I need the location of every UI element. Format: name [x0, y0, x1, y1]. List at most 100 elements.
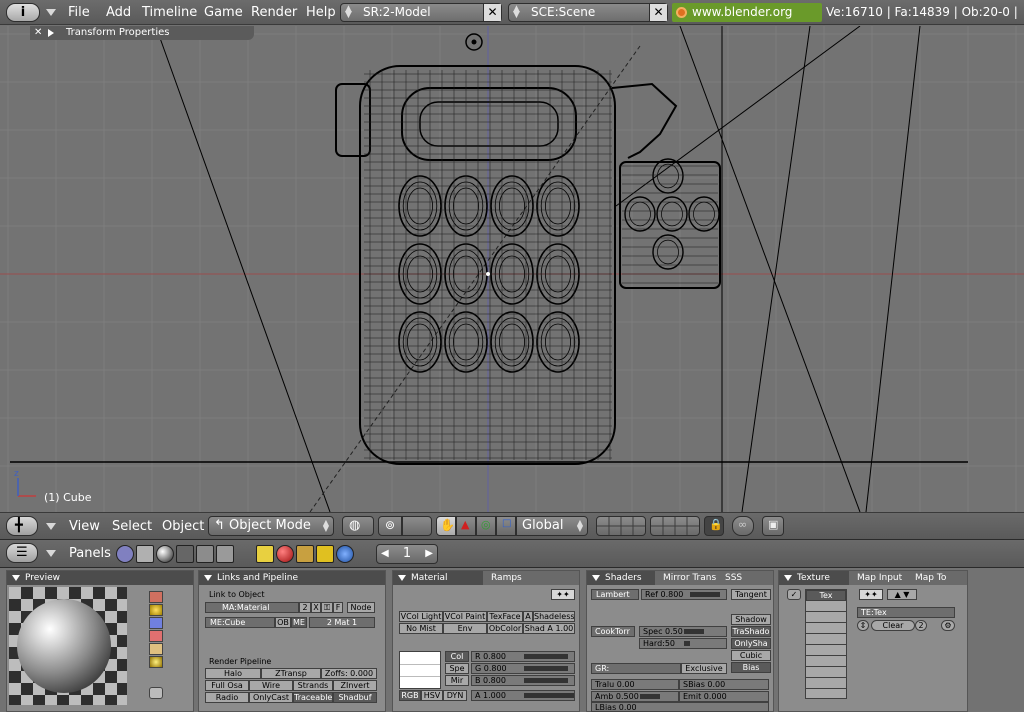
tab-ramps[interactable]: Ramps	[483, 571, 579, 585]
ztransp-button[interactable]: ZTransp	[261, 668, 321, 679]
transform-properties-panel[interactable]: ✕ Transform Properties	[30, 26, 254, 40]
sky-preview-icon[interactable]	[149, 656, 163, 668]
blender-url-link[interactable]: www.blender.org 249.2	[672, 3, 822, 38]
script-context-icon[interactable]	[136, 545, 154, 563]
pivot-dropdown[interactable]	[402, 516, 432, 536]
menu-render[interactable]: Render	[251, 4, 297, 21]
menu-help[interactable]: Help	[306, 4, 336, 21]
logic-context-icon[interactable]	[116, 545, 134, 563]
hard-slider[interactable]: Hard:50	[639, 638, 727, 649]
rotate-manipulator[interactable]: ◎	[476, 516, 496, 536]
delete-screen-button[interactable]: ✕	[483, 4, 501, 21]
clear-texture-button[interactable]: Clear	[871, 620, 915, 631]
tangent-button[interactable]: Tangent	[731, 589, 771, 600]
trashadow-button[interactable]: TraShado	[731, 626, 771, 637]
manipulator-toggle[interactable]: ✋	[436, 516, 456, 536]
screen-selector[interactable]: ▲ ▼ SR:2-Model ✕	[340, 3, 502, 22]
ref-slider[interactable]: Ref 0.800	[641, 589, 727, 600]
render-view-button[interactable]: ▣	[762, 516, 784, 536]
menu-view[interactable]: View	[69, 518, 100, 535]
col-button[interactable]: Col	[445, 651, 469, 662]
tab-map-input[interactable]: Map Input	[849, 571, 907, 585]
mir-button[interactable]: Mir	[445, 675, 469, 686]
editing-context-icon[interactable]	[196, 545, 214, 563]
tab-map-to[interactable]: Map To	[907, 571, 967, 585]
layer-buttons-right[interactable]	[650, 516, 700, 536]
onlycast-button[interactable]: OnlyCast	[249, 692, 293, 703]
mesh-name-field[interactable]: ME:Cube	[205, 617, 275, 628]
menu-file[interactable]: File	[68, 4, 90, 21]
buttons-window-type-button[interactable]: ☰	[6, 543, 38, 563]
menu-object[interactable]: Object	[162, 518, 204, 535]
arrow-right-icon[interactable]: ▶	[425, 545, 433, 563]
cube-preview-icon[interactable]	[149, 617, 163, 629]
draw-type-dropdown[interactable]: ◍	[342, 516, 374, 536]
menu-game[interactable]: Game	[204, 4, 243, 21]
full-osa-button[interactable]: Full Osa	[205, 680, 249, 691]
no-mist-button[interactable]: No Mist	[399, 623, 443, 634]
arrow-left-icon[interactable]: ◀	[381, 545, 389, 563]
monkey-preview-icon[interactable]	[149, 630, 163, 642]
specular-shader-dropdown[interactable]: CookTorr	[591, 626, 635, 637]
env-button[interactable]: Env	[443, 623, 487, 634]
amb-slider[interactable]: Amb 0.500	[591, 691, 679, 702]
tab-mirror-trans[interactable]: Mirror Trans	[655, 571, 717, 585]
strands-button[interactable]: Strands	[293, 680, 333, 691]
alpha-slider[interactable]: A 1.000	[471, 690, 575, 701]
preview-type-buttons[interactable]	[149, 591, 163, 668]
mode-dropdown[interactable]: ↰ Object Mode ▲ ▼	[208, 516, 334, 536]
world-button-icon[interactable]	[336, 545, 354, 563]
shadeless-button[interactable]: Shadeless	[533, 611, 575, 622]
links-panel-title[interactable]: Links and Pipeline	[199, 571, 385, 585]
wire-button[interactable]: Wire	[249, 680, 293, 691]
halo-button[interactable]: Halo	[205, 668, 261, 679]
chevron-down-icon[interactable]	[46, 523, 56, 530]
3d-view-type-button[interactable]: ╋	[6, 516, 38, 536]
lock-icon[interactable]: ⚿	[321, 602, 333, 613]
shadow-alpha-field[interactable]: Shad A 1.00	[523, 623, 575, 634]
info-window-button[interactable]: i	[6, 3, 40, 22]
tab-sss[interactable]: SSS	[717, 571, 773, 585]
panels-menu[interactable]: Panels	[69, 545, 111, 562]
bias-button[interactable]: Bias	[731, 662, 771, 673]
red-slider[interactable]: R 0.800	[471, 651, 575, 662]
hsv-mode-button[interactable]: HSV	[421, 690, 443, 701]
menu-select[interactable]: Select	[112, 518, 152, 535]
material-name-field[interactable]: MA:Material	[205, 602, 299, 613]
texface-button[interactable]: TexFace	[487, 611, 523, 622]
zinvert-button[interactable]: ZInvert	[333, 680, 377, 691]
link-to-mesh-button[interactable]: ME	[291, 617, 307, 628]
obcolor-button[interactable]: ObColor	[487, 623, 523, 634]
blue-slider[interactable]: B 0.800	[471, 675, 575, 686]
texture-slot-1[interactable]: Tex	[806, 590, 846, 601]
tab-texture[interactable]: Texture	[779, 571, 849, 585]
frame-number-field[interactable]: ◀ 1 ▶	[376, 544, 438, 564]
tab-material[interactable]: Material	[393, 571, 483, 585]
orientation-dropdown[interactable]: Global ▲ ▼	[516, 516, 588, 536]
light-group-field[interactable]: GR:	[591, 663, 681, 674]
spe-button[interactable]: Spe	[445, 663, 469, 674]
green-slider[interactable]: G 0.800	[471, 663, 575, 674]
menu-add[interactable]: Add	[106, 4, 131, 21]
shadbuf-button[interactable]: Shadbuf	[333, 692, 377, 703]
lbias-slider[interactable]: LBias 0.00	[591, 702, 769, 712]
layer-buttons-left[interactable]	[596, 516, 646, 536]
vcol-light-button[interactable]: VCol Light	[399, 611, 443, 622]
preview-settings-icon[interactable]	[149, 687, 163, 699]
shadow-button[interactable]: Shadow	[731, 614, 771, 625]
lock-layers-button[interactable]: 🔒	[704, 516, 724, 536]
texture-button-icon[interactable]	[296, 545, 314, 563]
expand-arrow-icon[interactable]	[48, 29, 54, 37]
material-button-icon[interactable]	[276, 545, 294, 563]
traceable-button[interactable]: Traceable	[293, 692, 333, 703]
tralu-slider[interactable]: Tralu 0.00	[591, 679, 679, 690]
lamp-button-icon[interactable]	[256, 545, 274, 563]
texture-enable-checkbox[interactable]: ✓	[787, 589, 801, 600]
translate-manipulator[interactable]: ▲	[456, 516, 476, 536]
texture-name-field[interactable]: TE:Tex	[857, 607, 955, 618]
copy-paste-material-icon[interactable]: ✦✦	[551, 589, 575, 600]
rgb-mode-button[interactable]: RGB	[399, 690, 421, 701]
preview-panel-title[interactable]: Preview	[7, 571, 193, 585]
material-users-field[interactable]: 2	[299, 602, 311, 613]
exclusive-button[interactable]: Exclusive	[681, 663, 727, 674]
